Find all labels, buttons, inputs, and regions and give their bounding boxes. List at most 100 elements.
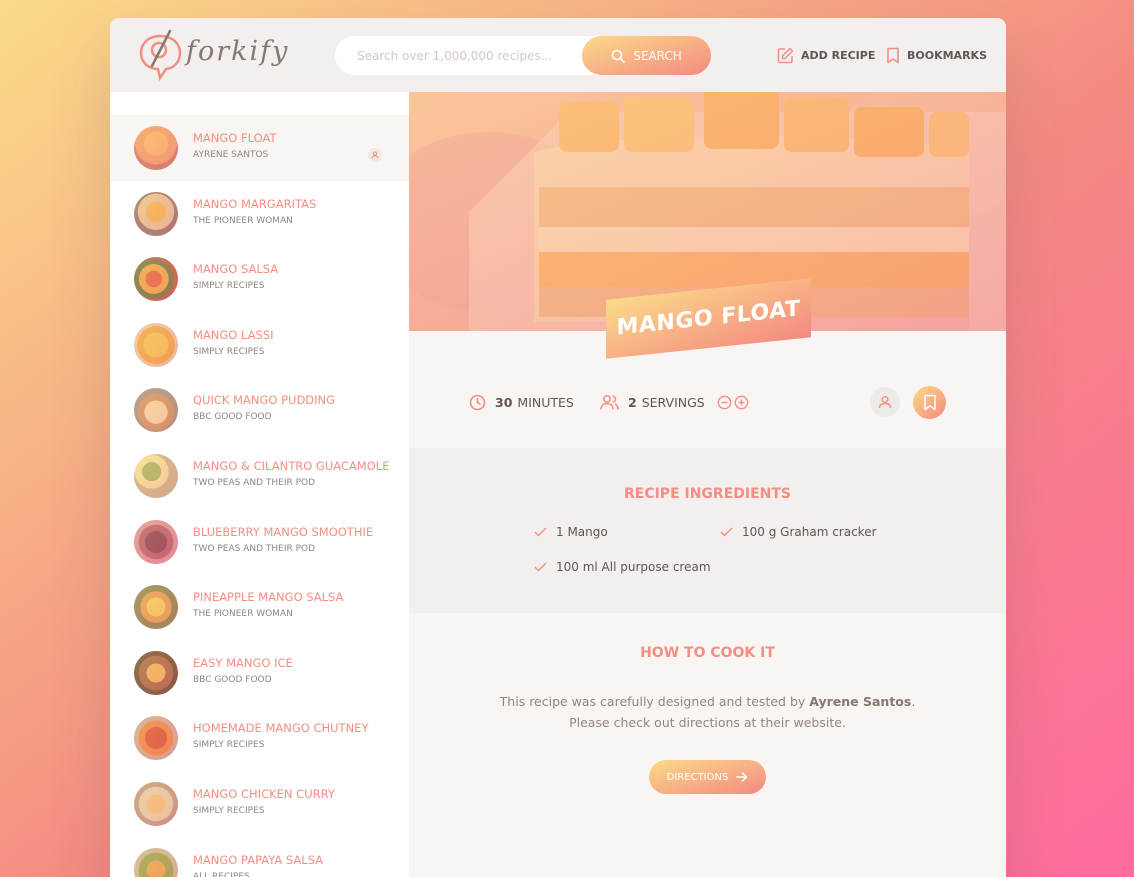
check-icon	[534, 562, 547, 572]
result-item[interactable]: MANGO PAPAYA SALSA ALL RECIPES	[110, 837, 409, 877]
result-publisher: BBC GOOD FOOD	[193, 674, 272, 685]
bookmark-icon	[887, 47, 899, 63]
result-title: QUICK MANGO PUDDING	[193, 393, 336, 408]
result-title: MANGO PAPAYA SALSA	[193, 852, 324, 867]
result-publisher: THE PIONEER WOMAN	[193, 215, 293, 226]
result-title: MANGO FLOAT	[193, 131, 277, 145]
result-item[interactable]: EASY MANGO ICE BBC GOOD FOOD	[110, 640, 409, 706]
search-icon	[611, 49, 626, 63]
ingredient-item: 100 ml All purpose cream	[534, 560, 711, 574]
result-title: BLUEBERRY MANGO SMOOTHIE	[193, 524, 374, 539]
users-icon	[600, 395, 619, 410]
directions-text-start: This recipe was carefully designed and t…	[499, 694, 810, 709]
result-thumbnail	[134, 716, 178, 761]
result-publisher: SIMPLY RECIPES	[193, 740, 265, 751]
result-thumbnail	[134, 650, 178, 695]
decrease-servings-icon[interactable]	[717, 395, 732, 410]
result-item[interactable]: MANGO CHICKEN CURRY SIMPLY RECIPES	[110, 771, 409, 837]
user-icon	[878, 396, 892, 409]
result-thumbnail	[134, 519, 178, 564]
servings-unit: SERVINGS	[641, 395, 705, 410]
result-publisher: SIMPLY RECIPES	[193, 806, 265, 816]
cooking-time-value: 30	[495, 395, 513, 410]
result-thumbnail	[134, 257, 178, 302]
search-button-label: SEARCH	[633, 48, 682, 63]
result-item[interactable]: MANGO LASSI SIMPLY RECIPES	[110, 312, 409, 378]
search-results: MANGO FLOAT AYRENE SANTOS MANGO MARGARITAS…	[110, 92, 409, 877]
recipe-ingredients: RECIPE INGREDIENTS 1 Mango 100 g Graham …	[409, 448, 1006, 613]
recipe-view: MANGO FLOAT 30 MINUTES 2 SERVINGS RECIPE…	[409, 92, 1006, 877]
check-icon	[534, 527, 547, 537]
result-thumbnail	[134, 191, 178, 236]
bookmarks-button[interactable]: BOOKMARKS	[886, 44, 987, 66]
ingredient-item: 1 Mango	[534, 525, 608, 539]
recipe-directions: HOW TO COOK IT This recipe was carefully…	[409, 613, 1006, 877]
result-publisher: ALL RECIPES	[193, 871, 250, 877]
result-thumbnail	[134, 847, 178, 877]
recipe-details: 30 MINUTES 2 SERVINGS	[409, 331, 1006, 449]
servings: 2 SERVINGS	[600, 394, 749, 411]
result-thumbnail	[134, 126, 178, 170]
result-item[interactable]: MANGO & CILANTRO GUACAMOLE TWO PEAS AND T…	[110, 443, 409, 509]
logo-text: forkify	[186, 36, 290, 67]
result-item[interactable]: BLUEBERRY MANGO SMOOTHIE TWO PEAS AND THE…	[110, 509, 409, 575]
result-item[interactable]: MANGO MARGARITAS THE PIONEER WOMAN	[110, 181, 409, 247]
result-thumbnail	[134, 782, 178, 826]
result-title: PINEAPPLE MANGO SALSA	[193, 590, 344, 605]
ingredient-text: 1 Mango	[556, 525, 608, 539]
add-recipe-label: ADD RECIPE	[801, 48, 876, 62]
result-item[interactable]: QUICK MANGO PUDDING BBC GOOD FOOD	[110, 377, 409, 443]
forkify-logo[interactable]: forkify	[138, 28, 287, 82]
result-title: MANGO & CILANTRO GUACAMOLE	[193, 459, 390, 473]
result-publisher: TWO PEAS AND THEIR POD	[193, 543, 316, 554]
ingredient-text: 100 ml All purpose cream	[556, 560, 711, 574]
user-generated-badge	[870, 387, 900, 417]
result-title: MANGO SALSA	[193, 262, 279, 277]
bookmark-icon	[923, 394, 936, 411]
add-recipe-button[interactable]: ADD RECIPE	[777, 44, 875, 66]
result-item[interactable]: MANGO SALSA SIMPLY RECIPES	[110, 246, 409, 312]
cooking-time: 30 MINUTES	[469, 394, 574, 411]
result-publisher: BBC GOOD FOOD	[193, 412, 272, 423]
user-generated-icon	[368, 148, 382, 162]
edit-icon	[777, 47, 794, 63]
directions-label: DIRECTIONS	[666, 771, 729, 783]
cook-heading: HOW TO COOK IT	[640, 645, 775, 661]
result-item[interactable]: HOMEMADE MANGO CHUTNEY SIMPLY RECIPES	[110, 705, 409, 771]
directions-button[interactable]: DIRECTIONS	[649, 760, 766, 794]
result-title: EASY MANGO ICE	[193, 655, 293, 670]
result-thumbnail	[134, 388, 178, 433]
ingredient-text: 100 g Graham cracker	[742, 525, 877, 539]
result-publisher: THE PIONEER WOMAN	[193, 609, 293, 620]
search-input[interactable]	[335, 36, 585, 75]
increase-servings-icon[interactable]	[734, 395, 749, 410]
bookmarks-label: BOOKMARKS	[907, 48, 987, 62]
result-thumbnail	[134, 585, 178, 630]
result-item[interactable]: MANGO FLOAT AYRENE SANTOS	[110, 115, 409, 181]
result-publisher: TWO PEAS AND THEIR POD	[193, 478, 316, 488]
check-icon	[720, 527, 733, 537]
search-form: SEARCH	[335, 36, 711, 75]
recipe-publisher: Ayrene Santos	[809, 694, 912, 709]
result-item[interactable]: PINEAPPLE MANGO SALSA THE PIONEER WOMAN	[110, 574, 409, 640]
result-publisher: SIMPLY RECIPES	[193, 281, 265, 292]
result-title: MANGO LASSI	[193, 327, 274, 342]
result-thumbnail	[134, 454, 178, 498]
clock-icon	[469, 394, 486, 411]
result-thumbnail	[134, 322, 178, 367]
directions-text: This recipe was carefully designed and t…	[479, 691, 936, 733]
result-publisher: SIMPLY RECIPES	[193, 346, 265, 357]
ingredients-heading: RECIPE INGREDIENTS	[623, 486, 792, 502]
ingredient-item: 100 g Graham cracker	[720, 525, 877, 539]
result-title: MANGO MARGARITAS	[193, 196, 317, 211]
cooking-time-unit: MINUTES	[517, 395, 574, 410]
result-title: MANGO CHICKEN CURRY	[193, 787, 335, 801]
header: forkify SEARCH ADD RECIPE BOOKMA	[110, 18, 1006, 92]
result-title: HOMEMADE MANGO CHUTNEY	[193, 721, 369, 736]
servings-value: 2	[628, 395, 637, 410]
search-button[interactable]: SEARCH	[582, 36, 711, 75]
arrow-right-icon	[736, 772, 748, 782]
app-container: forkify SEARCH ADD RECIPE BOOKMA	[110, 18, 1006, 877]
bookmark-recipe-button[interactable]	[913, 386, 946, 419]
result-publisher: AYRENE SANTOS	[193, 150, 269, 160]
